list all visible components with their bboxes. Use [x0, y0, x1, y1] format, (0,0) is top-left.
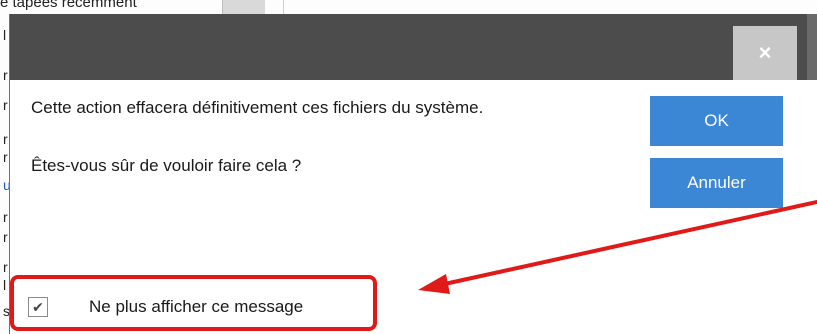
- close-button[interactable]: ×: [733, 26, 797, 80]
- background-top-text: é tapees récemment: [0, 0, 137, 11]
- titlebar-edge: [807, 14, 817, 80]
- background-letter: r: [3, 131, 8, 147]
- dialog-titlebar[interactable]: ×: [10, 14, 817, 80]
- ok-button[interactable]: OK: [650, 96, 783, 146]
- background-letter: l: [3, 277, 7, 293]
- annotation-highlight-box: [10, 275, 377, 331]
- background-letter: r: [3, 209, 8, 225]
- background-letter: r: [3, 259, 8, 275]
- message-line-1: Cette action effacera définitivement ces…: [31, 98, 484, 117]
- background-letter: r: [3, 97, 8, 113]
- background-letter: r: [3, 149, 8, 165]
- close-icon: ×: [758, 40, 772, 65]
- background-letter: r: [3, 229, 8, 245]
- background-letter: l: [3, 27, 7, 43]
- cancel-button[interactable]: Annuler: [650, 158, 783, 208]
- background-letter: r: [3, 67, 8, 83]
- background-divider: [283, 0, 284, 14]
- message-line-2: Êtes-vous sûr de vouloir faire cela ?: [31, 156, 302, 175]
- background-scrollbar: [222, 0, 265, 14]
